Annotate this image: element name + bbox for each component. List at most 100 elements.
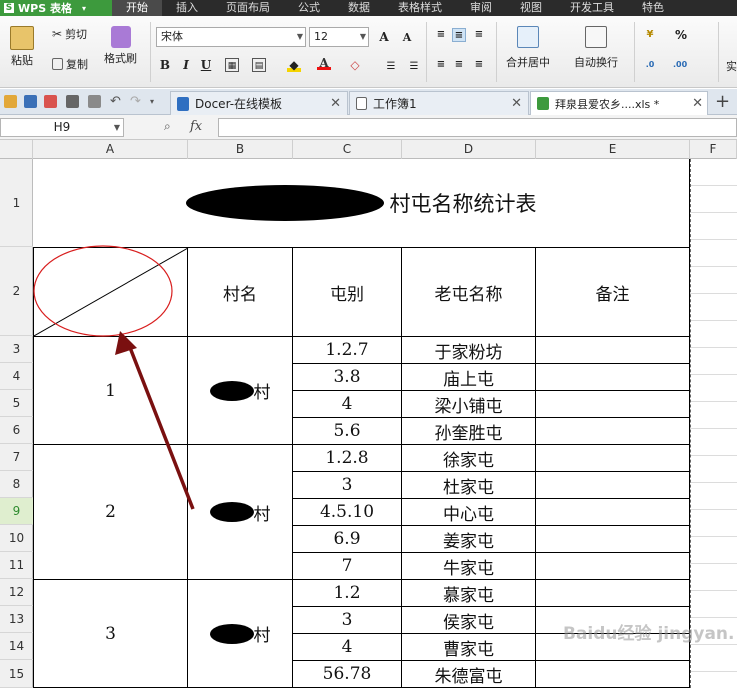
tab-developer[interactable]: 开发工具 [556,0,628,16]
village-name-cell[interactable]: 村 [188,580,293,688]
print-preview-icon[interactable] [88,95,101,108]
row-header[interactable]: 13 [0,606,33,633]
decrease-decimal-icon[interactable]: .00 [673,58,687,72]
print-icon[interactable] [66,95,79,108]
tab-table-style[interactable]: 表格样式 [384,0,456,16]
decrease-font-icon[interactable]: A [400,31,414,45]
note-cell[interactable] [536,445,690,472]
paste-button[interactable]: 粘贴 [10,26,34,68]
old-name-cell[interactable]: 朱德富屯 [402,661,536,688]
increase-font-icon[interactable]: A [377,30,391,44]
tab-home[interactable]: 开始 [112,0,162,16]
tun-type-cell[interactable]: 4 [293,391,402,418]
note-cell[interactable] [536,418,690,445]
note-cell[interactable] [536,661,690,688]
currency-icon[interactable]: ¥ [643,28,657,42]
column-header-a[interactable]: A [33,140,188,159]
tab-features[interactable]: 特色 [628,0,678,16]
copy-button[interactable]: 复制 [52,56,88,72]
insert-function-button[interactable]: fx [190,119,202,134]
old-name-cell[interactable]: 孙奎胜屯 [402,418,536,445]
tun-type-cell[interactable]: 4 [293,634,402,661]
tab-review[interactable]: 审阅 [456,0,506,16]
old-name-cell[interactable]: 曹家屯 [402,634,536,661]
old-name-cell[interactable]: 姜家屯 [402,526,536,553]
tun-type-cell[interactable]: 3.8 [293,364,402,391]
undo-icon[interactable]: ↶ [110,95,123,108]
note-cell[interactable] [536,580,690,607]
doc-tab-docer[interactable]: Docer-在线模板 ✕ [170,91,348,115]
row-header[interactable]: 6 [0,417,33,444]
village-name-cell[interactable]: 村 [188,445,293,580]
old-name-cell[interactable]: 徐家屯 [402,445,536,472]
header-village[interactable]: 村名 [188,248,293,337]
align-right-icon[interactable]: ≡ [472,58,486,72]
borders-icon[interactable]: ▦ [225,58,239,72]
export-pdf-icon[interactable] [44,95,57,108]
row-header[interactable]: 4 [0,363,33,390]
row-header[interactable]: 1 [0,159,33,247]
old-name-cell[interactable]: 于家粉坊 [402,337,536,364]
row-header[interactable]: 2 [0,247,33,336]
tun-type-cell[interactable]: 1.2.8 [293,445,402,472]
column-header-c[interactable]: C [293,140,402,159]
tab-data[interactable]: 数据 [334,0,384,16]
note-cell[interactable] [536,499,690,526]
wrap-text-button[interactable]: 自动换行 [574,26,618,70]
note-cell[interactable] [536,526,690,553]
column-header-e[interactable]: E [536,140,690,159]
increase-decimal-icon[interactable]: .0 [643,58,657,72]
font-size-select[interactable]: 12 ▼ [309,27,369,47]
clear-format-icon[interactable]: ◇ [348,58,362,72]
indent-icon[interactable]: ☰ [384,60,398,74]
old-name-cell[interactable]: 慕家屯 [402,580,536,607]
tun-type-cell[interactable]: 56.78 [293,661,402,688]
cell-style-icon[interactable]: ▤ [252,58,266,72]
note-cell[interactable] [536,391,690,418]
tun-type-cell[interactable]: 3 [293,472,402,499]
tun-type-cell[interactable]: 3 [293,607,402,634]
group-index-cell[interactable]: 2 [33,445,188,580]
align-left-icon[interactable]: ≡ [434,58,448,72]
group-index-cell[interactable]: 3 [33,580,188,688]
bold-button[interactable]: B [158,58,172,72]
tab-insert[interactable]: 插入 [162,0,212,16]
note-cell[interactable] [536,337,690,364]
row-header[interactable]: 5 [0,390,33,417]
doc-tab-workbook1[interactable]: 工作簿1 ✕ [349,91,529,115]
zoom-search-icon[interactable]: ⌕ [164,119,171,134]
row-header[interactable]: 3 [0,336,33,363]
old-name-cell[interactable]: 梁小铺屯 [402,391,536,418]
row-header[interactable]: 14 [0,633,33,660]
old-name-cell[interactable]: 侯家屯 [402,607,536,634]
note-cell[interactable] [536,364,690,391]
doc-tab-xls-active[interactable]: 拜泉县爱农乡....xls * ✕ [530,91,708,115]
close-icon[interactable]: ✕ [692,96,703,111]
cut-button[interactable]: ✂ 剪切 [52,26,87,42]
fill-color-icon[interactable]: ◆ [287,58,301,72]
merge-center-button[interactable]: 合并居中 [506,26,550,70]
tab-formulas[interactable]: 公式 [284,0,334,16]
redo-icon[interactable]: ↷ [130,95,143,108]
column-header-d[interactable]: D [402,140,536,159]
chevron-down-icon[interactable]: ▾ [150,95,163,108]
old-name-cell[interactable]: 中心屯 [402,499,536,526]
save-icon[interactable] [24,95,37,108]
header-tun-type[interactable]: 屯别 [293,248,402,337]
village-name-cell[interactable]: 村 [188,337,293,445]
tab-view[interactable]: 视图 [506,0,556,16]
row-header-selected[interactable]: 9 [0,498,33,525]
align-middle-icon[interactable]: ≡ [452,28,466,42]
worksheet-grid[interactable]: 村屯名称统计表 村名 屯别 老屯名称 备注 1 村 2 村 3 村 1.2.7 … [33,159,737,688]
format-painter-button[interactable]: 格式刷 [104,26,137,66]
close-icon[interactable]: ✕ [330,96,341,111]
italic-button[interactable]: I [179,58,193,72]
header-note[interactable]: 备注 [536,248,690,337]
new-tab-icon[interactable]: + [715,91,730,112]
group-index-cell[interactable]: 1 [33,337,188,445]
old-name-cell[interactable]: 杜家屯 [402,472,536,499]
align-top-icon[interactable]: ≡ [434,28,448,42]
formula-input[interactable] [218,118,737,137]
title-cell[interactable]: 村屯名称统计表 [33,159,690,248]
underline-button[interactable]: U [199,58,213,72]
